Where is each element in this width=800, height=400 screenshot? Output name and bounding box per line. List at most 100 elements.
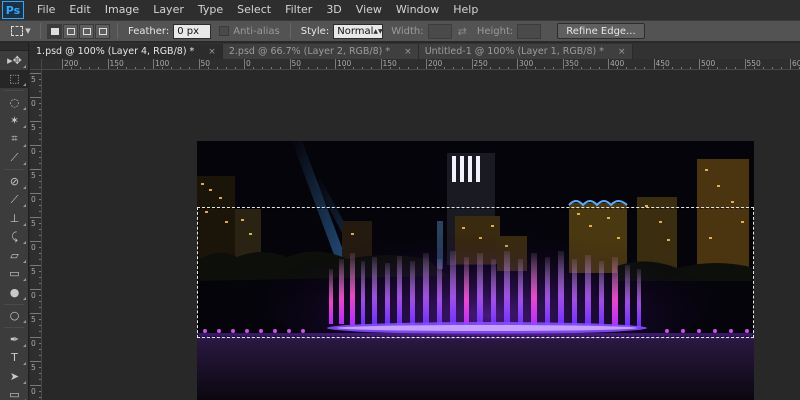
eyedropper-icon: ⟋: [10, 150, 19, 164]
history-brush-tool[interactable]: ⤹: [0, 228, 29, 247]
tool-preset-picker[interactable]: ▼: [8, 22, 34, 40]
ruler-label: 150: [382, 59, 397, 68]
menu-edit[interactable]: Edit: [62, 0, 97, 20]
ruler-tick: [353, 67, 355, 69]
tool-flyout-indicator: [23, 222, 26, 226]
ruler-tick: [39, 133, 41, 134]
brush-tool[interactable]: ⟋: [0, 191, 29, 210]
close-icon[interactable]: ×: [404, 47, 412, 57]
menu-file[interactable]: File: [30, 0, 62, 20]
vertical-ruler[interactable]: 5 0 5 0 5 0 5 0 5 0 5 0 5 0: [30, 59, 42, 400]
menu-filter[interactable]: Filter: [278, 0, 319, 20]
tool-flyout-indicator: [23, 296, 26, 300]
document-image[interactable]: [197, 141, 754, 400]
width-input[interactable]: [427, 23, 452, 39]
height-input[interactable]: [517, 23, 542, 39]
menu-image[interactable]: Image: [98, 0, 146, 20]
crop-tool[interactable]: ⌗: [0, 130, 29, 149]
ruler-tick: [89, 67, 91, 69]
intersect-selection-button[interactable]: [95, 23, 110, 39]
type-tool[interactable]: T: [0, 349, 29, 368]
style-select[interactable]: Normal ▲▼: [333, 23, 384, 39]
height-label: Height:: [476, 25, 514, 37]
ruler-tick: [30, 289, 41, 290]
menu-type[interactable]: Type: [191, 0, 230, 20]
ruler-tick: [39, 211, 41, 212]
divider: [4, 90, 24, 91]
ruler-label: 5: [31, 75, 36, 84]
shape-tool[interactable]: ▭: [0, 386, 29, 400]
ruler-tick: [39, 151, 41, 152]
menu-view[interactable]: View: [349, 0, 389, 20]
ruler-label: 5: [31, 171, 36, 180]
move-tool[interactable]: ▸✥: [0, 51, 29, 70]
ruler-tick: [125, 67, 127, 69]
lasso-icon: ◌: [9, 95, 20, 109]
ruler-tick: [762, 67, 764, 69]
ruler-tick: [362, 67, 364, 69]
menu-select[interactable]: Select: [230, 0, 278, 20]
add-to-selection-button[interactable]: [63, 23, 78, 39]
tab-label: 1.psd @ 100% (Layer 4, RGB/8) *: [36, 46, 195, 57]
close-icon[interactable]: ×: [208, 47, 216, 57]
clone-stamp-tool[interactable]: ⊥: [0, 209, 29, 228]
tool-flyout-indicator: [23, 64, 26, 68]
magic-wand-tool[interactable]: ✶: [0, 112, 29, 131]
tab-label: 2.psd @ 66.7% (Layer 2, RGB/8) *: [228, 46, 391, 57]
pen-icon: ✒: [9, 332, 20, 346]
ruler-tick: [39, 187, 41, 188]
path-selection-tool[interactable]: ➤: [0, 367, 29, 386]
tab-document-untitled-1[interactable]: Untitled-1 @ 100% (Layer 1, RGB/8) * ×: [418, 44, 633, 59]
healing-brush-tool[interactable]: ⊘: [0, 172, 29, 191]
tool-flyout-indicator: [23, 320, 26, 323]
intersect-selection-icon: [98, 27, 107, 35]
menu-help[interactable]: Help: [446, 0, 485, 20]
ruler-tick: [39, 277, 41, 278]
tab-document-1[interactable]: 1.psd @ 100% (Layer 4, RGB/8) * ×: [30, 44, 223, 59]
menu-3d[interactable]: 3D: [319, 0, 348, 20]
ruler-tick: [325, 67, 327, 69]
subtract-from-selection-button[interactable]: [79, 23, 94, 39]
ruler-label: 0: [31, 387, 36, 396]
tool-list: ▸✥ ⬚ ◌ ✶ ⌗ ⟋ ⊘ ⟋ ⊥ ⤹ ▱ ▭ ● ○ ✒ T ➤ ▭: [0, 51, 29, 400]
ruler-tick: [39, 109, 41, 110]
anti-alias-checkbox[interactable]: [219, 26, 230, 36]
ruler-label: 100: [337, 59, 352, 68]
close-icon[interactable]: ×: [618, 47, 626, 57]
tool-flyout-indicator: [23, 185, 26, 189]
new-selection-button[interactable]: [47, 23, 62, 39]
divider: [4, 327, 24, 328]
ruler-label: 0: [31, 339, 36, 348]
gradient-tool[interactable]: ▭: [0, 265, 29, 284]
ruler-tick: [30, 217, 41, 218]
panel-grip[interactable]: [0, 43, 28, 51]
ruler-tick: [30, 385, 41, 386]
swap-width-height-icon[interactable]: ⇄: [458, 25, 467, 38]
eyedropper-tool[interactable]: ⟋: [0, 149, 29, 168]
ruler-tick: [30, 97, 41, 98]
dodge-tool[interactable]: ○: [0, 307, 29, 326]
feather-input[interactable]: 0 px: [173, 23, 212, 39]
subtract-selection-icon: [82, 27, 91, 35]
blur-tool[interactable]: ●: [0, 283, 29, 302]
menu-layer[interactable]: Layer: [146, 0, 191, 20]
eraser-tool[interactable]: ▱: [0, 246, 29, 265]
ruler-origin[interactable]: [30, 59, 42, 70]
ruler-tick: [553, 67, 555, 69]
ruler-label: 0: [246, 59, 251, 68]
menu-window[interactable]: Window: [389, 0, 446, 20]
refine-edge-button[interactable]: Refine Edge...: [557, 23, 645, 39]
ruler-tick: [316, 67, 318, 69]
ruler-tick: [39, 229, 41, 230]
rectangular-marquee-tool[interactable]: ⬚: [0, 69, 29, 88]
tab-document-2[interactable]: 2.psd @ 66.7% (Layer 2, RGB/8) * ×: [222, 44, 419, 59]
tool-flyout-indicator: [23, 241, 26, 244]
ruler-label: 0: [31, 291, 36, 300]
horizontal-ruler[interactable]: 200 150 100 50 0 50 100 150 200 250 300 350 400 450 50…: [42, 59, 800, 70]
pen-tool[interactable]: ✒: [0, 330, 29, 349]
divider: [289, 23, 291, 39]
ruler-tick: [598, 67, 600, 69]
ruler-tick: [589, 67, 591, 69]
lasso-tool[interactable]: ◌: [0, 93, 29, 112]
ruler-tick: [453, 67, 455, 69]
